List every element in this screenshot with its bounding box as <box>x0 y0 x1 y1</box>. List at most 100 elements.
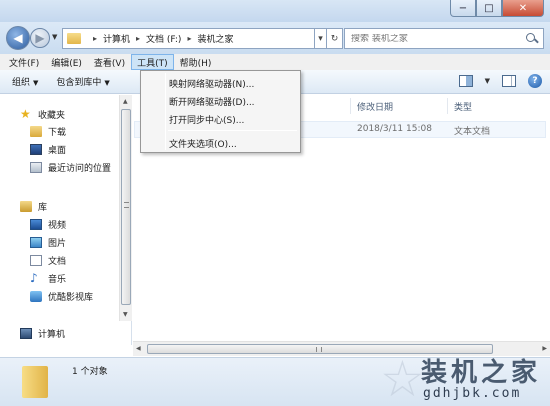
downloads-folder-icon <box>30 126 42 137</box>
preview-pane-icon[interactable] <box>502 75 516 87</box>
menu-edit[interactable]: 编辑(E) <box>45 54 88 70</box>
breadcrumb-computer[interactable]: 计算机 <box>103 32 130 45</box>
grip-icon <box>124 202 129 208</box>
recent-places-icon <box>30 162 42 173</box>
menu-file[interactable]: 文件(F) <box>3 54 45 70</box>
nav-item-music[interactable]: ♪ 音乐 <box>30 272 66 285</box>
scroll-up-icon[interactable]: ▲ <box>123 98 128 105</box>
menu-item-folder-options[interactable]: 文件夹选项(O)... <box>169 137 237 150</box>
help-icon[interactable]: ? <box>528 74 542 88</box>
nav-item-label: 视频 <box>48 221 67 231</box>
nav-item-downloads[interactable]: 下载 <box>30 125 66 138</box>
menu-separator <box>168 130 297 131</box>
computer-icon <box>20 328 32 339</box>
minimize-button[interactable]: − <box>450 0 476 17</box>
breadcrumb-drive-f[interactable]: 文档 (F:) <box>146 32 181 45</box>
navigation-pane: ★ 收藏夹 下载 桌面 最近访问的位置 库 视频 图片 文档 ♪ 音乐 优酷影视库 … <box>0 95 132 345</box>
nav-libraries-label: 库 <box>38 203 48 213</box>
view-controls: ▼ ? <box>458 74 542 88</box>
breadcrumb-chevron-icon: ▸ <box>187 34 192 43</box>
forward-button[interactable]: ▶ <box>30 28 50 48</box>
library-icon <box>20 201 32 212</box>
column-divider[interactable] <box>447 98 448 114</box>
watermark-star-icon: ☆ <box>380 350 425 406</box>
breadcrumb-chevron-icon: ▸ <box>136 34 141 43</box>
videos-library-icon <box>30 219 42 230</box>
star-icon: ★ <box>20 107 31 121</box>
search-icon[interactable] <box>525 32 539 46</box>
menu-item-map-network-drive[interactable]: 映射网络驱动器(N)... <box>169 77 254 90</box>
nav-item-desktop[interactable]: 桌面 <box>30 143 66 156</box>
youku-library-icon <box>30 291 42 302</box>
nav-item-label: 文档 <box>48 257 67 267</box>
nav-item-pictures[interactable]: 图片 <box>30 236 66 249</box>
nav-item-videos[interactable]: 视频 <box>30 218 66 231</box>
menu-tools[interactable]: 工具(T) <box>131 54 174 70</box>
nav-libraries[interactable]: 库 <box>20 200 47 213</box>
back-button[interactable]: ◀ <box>6 26 30 50</box>
menu-help[interactable]: 帮助(H) <box>174 54 218 70</box>
nav-computer[interactable]: 计算机 <box>20 327 65 340</box>
menu-item-open-sync-center[interactable]: 打开同步中心(S)... <box>169 113 244 126</box>
music-note-icon: ♪ <box>30 271 38 285</box>
column-header-type[interactable]: 类型 <box>454 96 472 116</box>
nav-item-label: 优酷影视库 <box>48 293 94 303</box>
nav-pane-scrollbar[interactable]: ▲ ▼ <box>119 95 132 321</box>
documents-library-icon <box>30 255 42 266</box>
nav-item-label: 桌面 <box>48 146 67 156</box>
file-type: 文本文档 <box>454 127 491 137</box>
column-header-modified[interactable]: 修改日期 <box>357 96 393 116</box>
watermark-url: gdhjbk.com <box>423 386 522 401</box>
window-controls: − □ ✕ <box>450 0 544 17</box>
menu-bar: 文件(F) 编辑(E) 查看(V) 工具(T) 帮助(H) <box>0 54 550 70</box>
breadcrumb-chevron-icon: ▸ <box>93 34 98 43</box>
breadcrumb-current-folder[interactable]: 装机之家 <box>197 32 233 45</box>
nav-item-label: 图片 <box>48 239 67 249</box>
column-divider[interactable] <box>350 98 351 114</box>
scrollbar-thumb[interactable] <box>121 109 131 305</box>
grip-icon <box>316 347 322 352</box>
include-in-library-button[interactable]: 包含到库中 ▼ <box>56 75 109 88</box>
recent-pages-dropdown[interactable]: ▼ <box>52 33 57 41</box>
desktop-icon <box>30 144 42 155</box>
chevron-down-icon: ▼ <box>33 79 39 87</box>
item-count: 1 个对象 <box>72 367 108 377</box>
search-input[interactable] <box>351 33 521 44</box>
change-view-icon[interactable] <box>458 75 473 87</box>
maximize-button[interactable]: □ <box>476 0 502 17</box>
folder-icon <box>67 33 81 44</box>
nav-item-youku-library[interactable]: 优酷影视库 <box>30 290 93 303</box>
address-history-dropdown[interactable]: ▾ <box>315 28 327 49</box>
nav-computer-label: 计算机 <box>38 330 66 340</box>
address-bar[interactable]: ▸ 计算机 ▸ 文档 (F:) ▸ 装机之家 <box>62 28 315 49</box>
search-box[interactable] <box>344 28 544 49</box>
refresh-button[interactable]: ↻ <box>327 28 343 49</box>
chevron-down-icon: ▼ <box>104 79 110 87</box>
nav-item-recent-places[interactable]: 最近访问的位置 <box>30 161 111 174</box>
folder-icon <box>22 366 48 398</box>
nav-favorites[interactable]: ★ 收藏夹 <box>20 108 65 121</box>
menu-view[interactable]: 查看(V) <box>88 54 131 70</box>
nav-item-documents[interactable]: 文档 <box>30 254 66 267</box>
close-button[interactable]: ✕ <box>502 0 544 17</box>
address-row: ◀ ▶ ▼ ▸ 计算机 ▸ 文档 (F:) ▸ 装机之家 ▾ ↻ <box>0 22 550 54</box>
include-in-library-label: 包含到库中 <box>56 78 102 88</box>
menu-item-disconnect-network-drive[interactable]: 断开网络驱动器(D)... <box>169 95 255 108</box>
title-bar: − □ ✕ <box>0 0 550 24</box>
tools-menu: 映射网络驱动器(N)... 断开网络驱动器(D)... 打开同步中心(S)...… <box>140 70 301 153</box>
breadcrumb: ▸ 计算机 ▸ 文档 (F:) ▸ 装机之家 <box>87 32 233 45</box>
forward-arrow-icon: ▶ <box>35 31 45 45</box>
view-options-dropdown[interactable]: ▼ <box>485 77 490 85</box>
nav-item-label: 最近访问的位置 <box>48 164 112 174</box>
file-modified-date: 2018/3/11 15:08 <box>357 124 432 134</box>
organize-button[interactable]: 组织 ▼ <box>12 75 38 88</box>
menu-icon-gutter <box>165 73 166 150</box>
scroll-down-icon[interactable]: ▼ <box>123 311 128 318</box>
organize-label: 组织 <box>12 78 31 88</box>
scroll-left-icon[interactable]: ◀ <box>136 345 141 352</box>
scroll-right-icon[interactable]: ▶ <box>542 345 547 352</box>
nav-item-label: 音乐 <box>48 275 67 285</box>
nav-item-label: 下载 <box>48 128 67 138</box>
pictures-library-icon <box>30 237 42 248</box>
watermark-title: 装机之家 <box>421 358 542 388</box>
